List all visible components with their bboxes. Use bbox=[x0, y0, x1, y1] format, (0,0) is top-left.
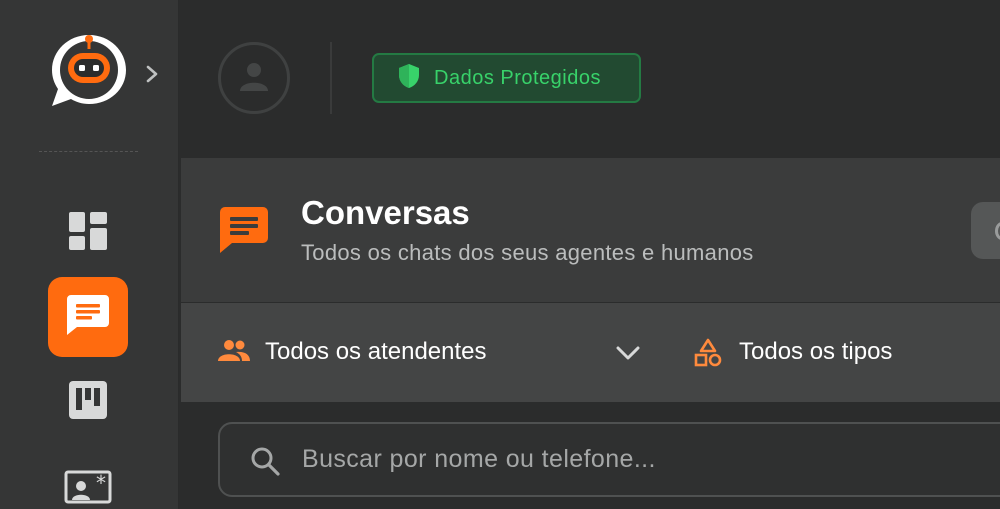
shapes-icon bbox=[693, 338, 723, 373]
people-icon bbox=[218, 339, 250, 368]
sidebar-divider bbox=[39, 151, 138, 152]
search-input[interactable] bbox=[302, 424, 902, 495]
svg-text:*: * bbox=[96, 471, 106, 495]
page-subtitle: Todos os chats dos seus agentes e humano… bbox=[301, 240, 754, 265]
header-action-icon bbox=[995, 222, 1000, 240]
sidebar: * bbox=[0, 0, 179, 509]
attendants-filter[interactable]: Todos os atendentes bbox=[265, 338, 487, 366]
conversations-icon bbox=[220, 207, 268, 258]
expand-sidebar-icon[interactable] bbox=[141, 62, 163, 86]
chat-icon bbox=[67, 294, 109, 340]
sidebar-item-kanban[interactable] bbox=[48, 362, 128, 442]
filter-bar: Todos os atendentes Todos os tipos bbox=[181, 303, 1000, 402]
topbar: Dados Protegidos bbox=[179, 0, 1000, 157]
bot-logo-icon[interactable] bbox=[46, 27, 132, 113]
page-title: Conversas bbox=[301, 194, 470, 231]
sidebar-item-dashboard[interactable] bbox=[48, 193, 128, 273]
contact-card-icon: * bbox=[64, 464, 112, 509]
types-filter[interactable]: Todos os tipos bbox=[739, 338, 892, 366]
page-header: Conversas Todos os chats dos seus agente… bbox=[181, 158, 1000, 302]
sidebar-item-chats[interactable] bbox=[48, 277, 128, 357]
search-box bbox=[218, 422, 1000, 497]
chevron-down-icon[interactable] bbox=[613, 340, 643, 371]
avatar[interactable] bbox=[218, 42, 290, 114]
user-icon bbox=[238, 60, 270, 97]
header-action-button[interactable] bbox=[971, 202, 1000, 259]
shield-icon bbox=[398, 63, 420, 94]
sidebar-item-contacts[interactable]: * bbox=[48, 446, 128, 509]
search-icon bbox=[250, 446, 280, 481]
dashboard-icon bbox=[69, 211, 107, 255]
data-protected-badge: Dados Protegidos bbox=[372, 53, 641, 103]
kanban-icon bbox=[69, 380, 107, 424]
data-protected-label: Dados Protegidos bbox=[434, 66, 601, 89]
topbar-divider bbox=[330, 42, 332, 114]
